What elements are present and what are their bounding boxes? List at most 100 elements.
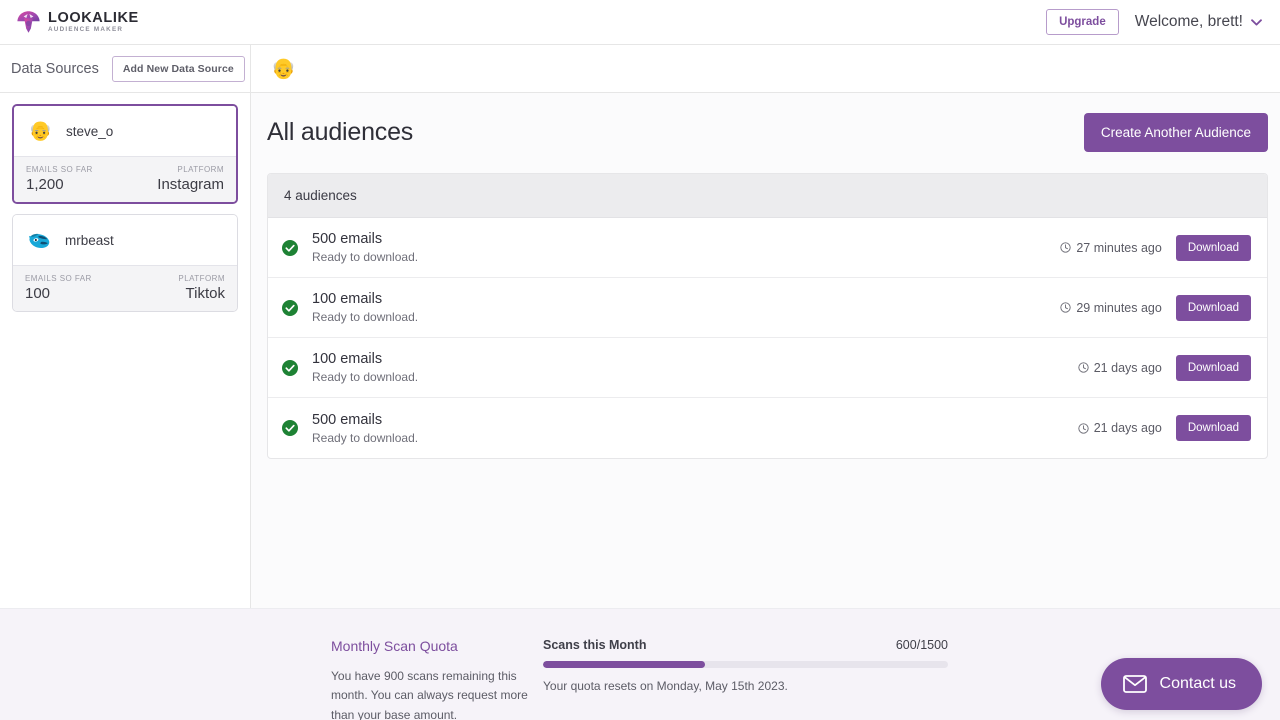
audience-text: 100 emails Ready to download.	[312, 291, 418, 324]
emails-so-far-value: 100	[25, 285, 51, 302]
data-source-name: steve_o	[66, 123, 114, 139]
clock-icon	[1060, 302, 1071, 313]
user-menu[interactable]: Welcome, brett!	[1135, 13, 1266, 31]
quota-progress-bar	[543, 661, 948, 668]
brand-logo[interactable]: LOOKALIKE AUDIENCE MAKER	[16, 10, 139, 34]
quota-description: You have 900 scans remaining this month.…	[331, 669, 528, 720]
audience-row-actions: 27 minutes ago Download	[1060, 234, 1251, 261]
data-sources-bar: Data Sources Add New Data Source 👴	[0, 45, 1280, 93]
audience-title: 500 emails	[312, 411, 383, 428]
brand-wordmark: LOOKALIKE AUDIENCE MAKER	[48, 11, 139, 34]
audience-text: 500 emails Ready to download.	[312, 231, 418, 264]
quota-title: Monthly Scan Quota	[331, 638, 458, 654]
brand-tagline: AUDIENCE MAKER	[48, 26, 124, 34]
data-sources-label: Data Sources	[11, 60, 99, 77]
data-source-card-header: 👴 steve_o	[14, 106, 236, 156]
download-button[interactable]: Download	[1175, 294, 1251, 321]
emails-so-far-stat: EMAILS SO FAR 100	[25, 274, 92, 302]
audience-title: 100 emails	[312, 291, 383, 307]
audiences-panel: 4 audiences 500 emails Ready to download…	[267, 173, 1268, 459]
older-person-avatar-icon: 👴	[271, 57, 296, 80]
main-content: All audiences Create Another Audience 4 …	[251, 93, 1280, 608]
audience-row-actions: 21 days ago Download	[1078, 354, 1251, 381]
download-button[interactable]: Download	[1175, 354, 1251, 381]
older-person-avatar-icon: 👴	[28, 120, 53, 142]
check-circle-icon	[282, 359, 298, 376]
scans-count-value: 600/1500	[895, 638, 948, 652]
data-source-name: mrbeast	[65, 232, 114, 248]
audience-timestamp-text: 29 minutes ago	[1076, 300, 1162, 315]
platform-label: PLATFORM	[177, 165, 224, 174]
clock-icon	[1060, 242, 1071, 253]
audience-timestamp-text: 27 minutes ago	[1076, 240, 1162, 255]
audience-title: 100 emails	[312, 351, 383, 367]
platform-value: Tiktok	[185, 285, 225, 302]
audience-row[interactable]: 100 emails Ready to download. 21 days ag…	[268, 338, 1267, 398]
data-source-card-mrbeast[interactable]: mrbeast EMAILS SO FAR 100 PLATFORM Tikto…	[12, 214, 238, 312]
data-sources-sidebar: 👴 steve_o EMAILS SO FAR 1,200 PLATFORM I…	[0, 93, 251, 608]
audience-text: 500 emails Ready to download.	[312, 412, 418, 445]
audience-row[interactable]: 500 emails Ready to download. 27 minutes…	[268, 218, 1267, 278]
audience-text: 100 emails Ready to download.	[312, 351, 418, 384]
check-circle-icon	[282, 299, 298, 316]
create-another-audience-button[interactable]: Create Another Audience	[1083, 113, 1268, 152]
platform-stat: PLATFORM Instagram	[157, 165, 224, 193]
main-header: All audiences Create Another Audience	[267, 113, 1268, 173]
audiences-count-header: 4 audiences	[268, 174, 1267, 218]
audience-title: 500 emails	[312, 231, 383, 247]
audience-row-actions: 29 minutes ago Download	[1060, 294, 1251, 321]
emails-so-far-stat: EMAILS SO FAR 1,200	[26, 165, 93, 193]
user-menu-label: Welcome, brett!	[1134, 13, 1243, 30]
clock-icon	[1078, 362, 1089, 373]
audience-timestamp: 29 minutes ago	[1060, 300, 1162, 315]
quota-info: Monthly Scan Quota You have 900 scans re…	[331, 638, 543, 720]
data-source-card-steve-o[interactable]: 👴 steve_o EMAILS SO FAR 1,200 PLATFORM I…	[12, 104, 238, 204]
active-source-tab[interactable]: 👴	[251, 45, 296, 92]
app-root: LOOKALIKE AUDIENCE MAKER Upgrade Welcome…	[0, 0, 1280, 720]
quota-progress-block: Scans this Month 600/1500 Your quota res…	[543, 638, 948, 693]
download-button[interactable]: Download	[1175, 415, 1251, 441]
audience-status-text: Ready to download.	[312, 370, 419, 384]
platform-value: Instagram	[157, 176, 224, 193]
envelope-icon	[1122, 675, 1147, 693]
emails-so-far-value: 1,200	[26, 176, 64, 193]
quota-progress-header: Scans this Month 600/1500	[543, 638, 948, 652]
contact-us-label: Contact us	[1159, 675, 1236, 692]
contact-us-button[interactable]: Contact us	[1100, 658, 1262, 710]
platform-stat: PLATFORM Tiktok	[178, 274, 225, 302]
brand-name: LOOKALIKE	[48, 9, 139, 26]
add-new-data-source-button[interactable]: Add New Data Source	[111, 55, 245, 82]
chevron-down-icon	[1251, 18, 1262, 25]
beast-mascot-avatar-icon	[27, 228, 52, 253]
scans-this-month-label: Scans this Month	[543, 638, 647, 652]
audience-status-text: Ready to download.	[312, 250, 419, 264]
audience-timestamp: 21 days ago	[1078, 361, 1162, 375]
top-header-bar: LOOKALIKE AUDIENCE MAKER Upgrade Welcome…	[0, 0, 1280, 45]
data-source-card-header: mrbeast	[13, 215, 237, 265]
data-source-card-stats: EMAILS SO FAR 100 PLATFORM Tiktok	[13, 265, 237, 311]
audience-timestamp: 21 days ago	[1078, 421, 1162, 435]
audience-timestamp-text: 21 days ago	[1093, 360, 1162, 375]
quota-progress-fill	[543, 661, 705, 668]
page-title: All audiences	[267, 118, 414, 146]
data-source-card-stats: EMAILS SO FAR 1,200 PLATFORM Instagram	[14, 156, 236, 202]
upgrade-button[interactable]: Upgrade	[1046, 9, 1119, 35]
body-split: 👴 steve_o EMAILS SO FAR 1,200 PLATFORM I…	[0, 93, 1280, 608]
lookalike-logo-icon	[17, 11, 40, 33]
quota-footer: Monthly Scan Quota You have 900 scans re…	[0, 608, 1280, 720]
audience-timestamp: 27 minutes ago	[1060, 240, 1162, 255]
clock-icon	[1078, 422, 1089, 434]
check-circle-icon	[282, 420, 298, 436]
download-button[interactable]: Download	[1175, 234, 1251, 261]
audience-row[interactable]: 500 emails Ready to download. 21 days ag…	[268, 398, 1267, 458]
audience-row[interactable]: 100 emails Ready to download. 29 minutes…	[268, 278, 1267, 338]
emails-so-far-label: EMAILS SO FAR	[26, 165, 93, 174]
check-circle-icon	[282, 239, 298, 256]
audience-timestamp-text: 21 days ago	[1093, 421, 1162, 435]
audience-status-text: Ready to download.	[312, 430, 419, 445]
quota-reset-text: Your quota resets on Monday, May 15th 20…	[543, 679, 788, 693]
platform-label: PLATFORM	[178, 274, 225, 283]
top-header-actions: Upgrade Welcome, brett!	[1046, 9, 1266, 35]
audience-status-text: Ready to download.	[312, 310, 419, 324]
data-sources-bar-left: Data Sources Add New Data Source	[0, 45, 251, 92]
